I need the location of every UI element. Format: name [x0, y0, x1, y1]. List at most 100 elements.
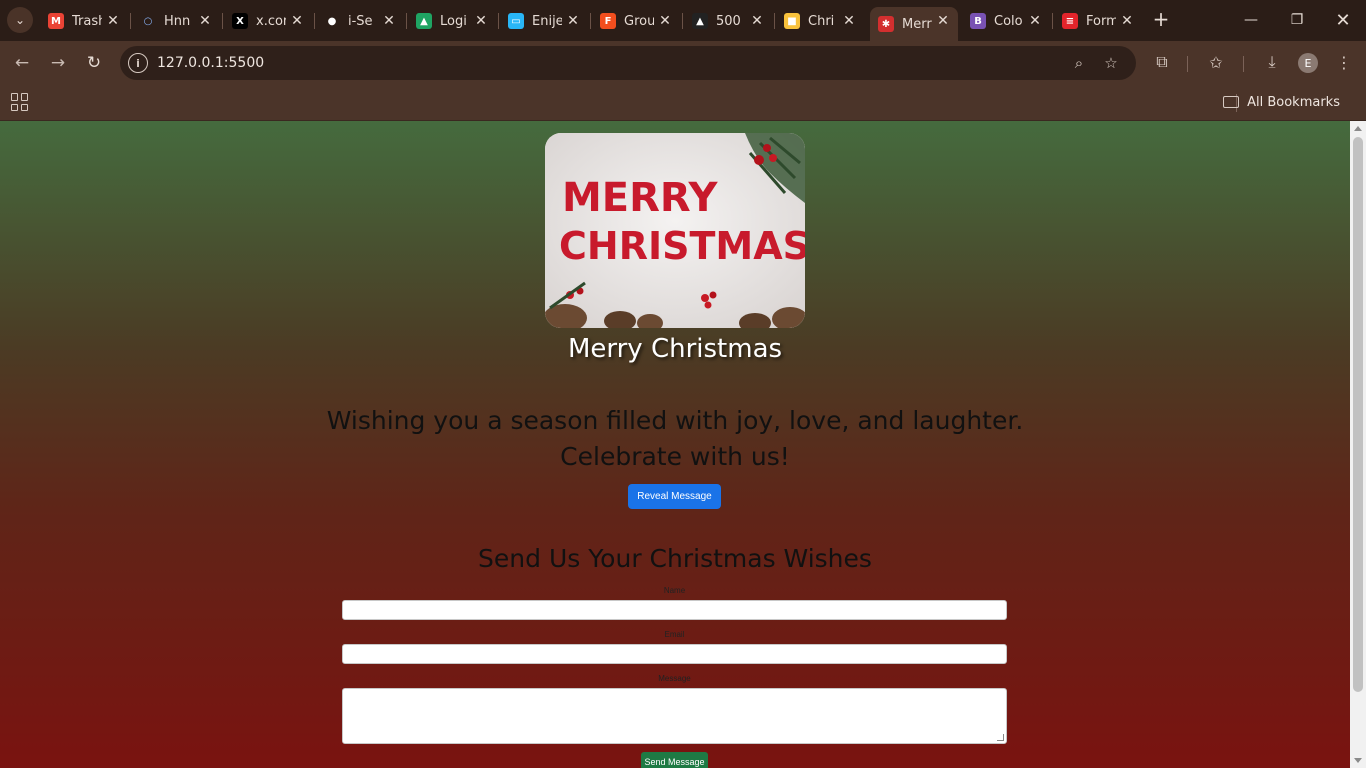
- mountain-icon: ▲: [692, 13, 708, 29]
- reveal-message-button[interactable]: Reveal Message: [628, 484, 721, 509]
- tab-3[interactable]: ● i-Se ✕: [316, 7, 404, 35]
- gmail-icon: M: [48, 13, 64, 29]
- close-window-button[interactable]: ✕: [1331, 8, 1355, 32]
- close-tab-icon[interactable]: ✕: [472, 12, 490, 30]
- tab-divider: [130, 13, 131, 29]
- tab-divider: [406, 13, 407, 29]
- tab-title: Logi: [440, 13, 467, 29]
- svg-text:CHRISTMAS: CHRISTMAS: [559, 224, 805, 268]
- tab-title: Colo: [994, 13, 1023, 29]
- new-tab-button[interactable]: +: [1150, 7, 1172, 31]
- chevron-down-icon: ⌄: [14, 13, 26, 27]
- x-icon: X: [232, 13, 248, 29]
- close-tab-icon[interactable]: ✕: [104, 12, 122, 30]
- tab-0[interactable]: M Trash✕: [40, 7, 128, 35]
- tab-strip: ⌄ MTrash✕○Hnn✕Xx.com✕●i-Se✕▲Logi✕▭Enije✕…: [0, 0, 1366, 41]
- tab-title: Enije: [532, 13, 562, 29]
- form-heading: Send Us Your Christmas Wishes: [478, 544, 872, 573]
- tab-title: Hnn: [164, 13, 191, 29]
- address-bar[interactable]: i 127.0.0.1:5500 ⌕ ☆: [120, 46, 1136, 80]
- page-viewport: MERRY CHRISTMAS Merry Christmas Wishing …: [0, 121, 1350, 768]
- close-tab-icon[interactable]: ✕: [1026, 12, 1044, 30]
- arrow-left-icon: ←: [14, 53, 30, 73]
- url-text[interactable]: 127.0.0.1:5500: [157, 55, 264, 71]
- tab-9[interactable]: ✱ Merr ✕: [870, 7, 958, 41]
- tab-title: Chri: [808, 13, 835, 29]
- bookmarks-bar: All Bookmarks: [0, 84, 1366, 121]
- close-tab-icon[interactable]: ✕: [196, 12, 214, 30]
- tab-search-button[interactable]: ⌄: [7, 7, 33, 33]
- send-message-button[interactable]: Send Message: [641, 752, 708, 768]
- tab-7[interactable]: ▲ 500 ✕: [684, 7, 772, 35]
- all-bookmarks-button[interactable]: All Bookmarks: [1223, 92, 1340, 112]
- name-label: Name: [663, 586, 686, 595]
- tab-divider: [222, 13, 223, 29]
- figma-icon: F: [600, 13, 616, 29]
- close-tab-icon[interactable]: ✕: [564, 12, 582, 30]
- loading-icon: ○: [143, 15, 153, 27]
- restore-button[interactable]: ❐: [1285, 8, 1309, 32]
- message-label: Message: [658, 674, 691, 683]
- tab-title: Form: [1086, 13, 1116, 29]
- toolbar: ← → ↻ i 127.0.0.1:5500 ⌕ ☆ ⧉ ✩ ⤓ E ⋮: [0, 41, 1366, 84]
- scrollbar-thumb[interactable]: [1353, 137, 1363, 692]
- tab-title: x.com: [256, 13, 286, 29]
- tab-5[interactable]: ▭ Enije ✕: [500, 7, 588, 35]
- extensions-icon[interactable]: ⧉: [1150, 50, 1174, 74]
- reload-icon: ↻: [86, 53, 102, 73]
- close-tab-icon[interactable]: ✕: [748, 12, 766, 30]
- tab-title: Grou: [624, 13, 654, 29]
- tab-11[interactable]: ≡ Form ✕: [1054, 7, 1142, 35]
- email-label: Email: [664, 630, 685, 639]
- scroll-down-icon[interactable]: [1354, 758, 1362, 763]
- tab-1[interactable]: ○ Hnn ✕: [132, 7, 220, 35]
- tab-divider: [682, 13, 683, 29]
- tab-divider: [1052, 13, 1053, 29]
- zoom-icon[interactable]: ⌕: [1069, 53, 1089, 73]
- page-title: Merry Christmas: [567, 334, 783, 364]
- close-tab-icon[interactable]: ✕: [934, 12, 952, 30]
- toolbar-divider: [1187, 56, 1188, 72]
- close-tab-icon[interactable]: ✕: [288, 12, 306, 30]
- toolbar-divider: [1243, 56, 1244, 72]
- close-tab-icon[interactable]: ✕: [656, 12, 674, 30]
- reload-button[interactable]: ↻: [80, 49, 108, 77]
- google-drive-icon: ▲: [416, 13, 432, 29]
- resize-grip-icon[interactable]: [997, 734, 1004, 741]
- close-tab-icon[interactable]: ✕: [1118, 12, 1136, 30]
- svg-text:MERRY: MERRY: [562, 175, 719, 221]
- tab-divider: [590, 13, 591, 29]
- forms-icon: ≡: [1062, 13, 1078, 29]
- apps-grid-icon[interactable]: [11, 93, 29, 111]
- email-field[interactable]: [342, 644, 1007, 664]
- window-icon: ▭: [508, 13, 524, 29]
- all-bookmarks-label: All Bookmarks: [1247, 94, 1340, 110]
- scroll-up-icon[interactable]: [1354, 126, 1362, 131]
- menu-icon[interactable]: ⋮: [1332, 50, 1356, 74]
- site-info-icon[interactable]: i: [128, 53, 148, 73]
- minimize-button[interactable]: —: [1239, 8, 1263, 32]
- name-field[interactable]: [342, 600, 1007, 620]
- bookmarks-star-icon[interactable]: ✩: [1204, 50, 1228, 74]
- close-tab-icon[interactable]: ✕: [840, 12, 858, 30]
- tab-8[interactable]: ■ Chri ✕: [776, 7, 864, 35]
- tab-6[interactable]: F Grou ✕: [592, 7, 680, 35]
- tab-title: Merr: [902, 16, 932, 32]
- download-icon[interactable]: ⤓: [1260, 50, 1284, 74]
- tab-2[interactable]: Xx.com✕: [224, 7, 312, 35]
- tab-title: 500: [716, 13, 741, 29]
- bookmark-star-icon[interactable]: ☆: [1101, 53, 1121, 73]
- close-tab-icon[interactable]: ✕: [380, 12, 398, 30]
- bootstrap-icon: B: [970, 13, 986, 29]
- back-button[interactable]: ←: [8, 49, 36, 77]
- tab-divider: [314, 13, 315, 29]
- tab-4[interactable]: ▲ Logi ✕: [408, 7, 496, 35]
- christmas-image: MERRY CHRISTMAS: [545, 133, 805, 328]
- scrollbar[interactable]: [1350, 121, 1366, 768]
- candle-icon: ■: [784, 13, 800, 29]
- forward-button[interactable]: →: [44, 49, 72, 77]
- avatar[interactable]: E: [1298, 53, 1318, 73]
- message-field[interactable]: [342, 688, 1007, 744]
- tab-10[interactable]: B Colo ✕: [962, 7, 1050, 35]
- tab-title: Trash: [72, 13, 102, 29]
